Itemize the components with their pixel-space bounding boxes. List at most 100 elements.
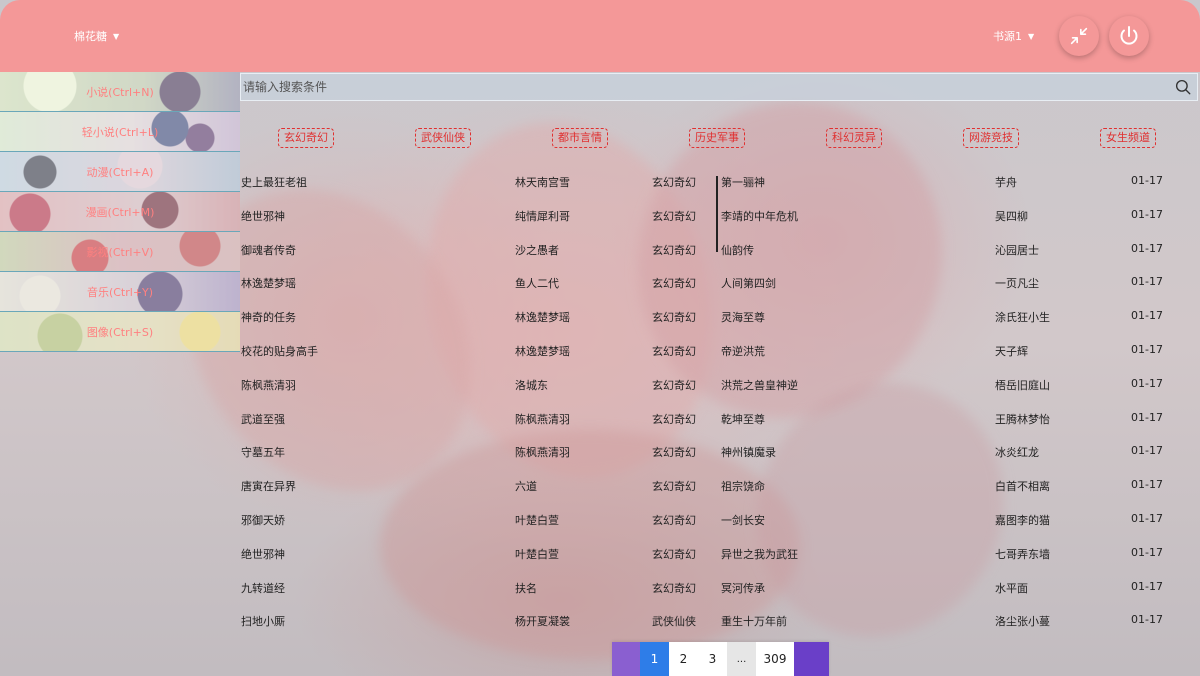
- book-latest-chapter[interactable]: 帝逆洪荒: [721, 343, 765, 359]
- book-updater: 七哥弄东墙: [995, 547, 1050, 561]
- table-row[interactable]: 御魂者传奇 沙之愚者 玄幻奇幻 仙韵传 沁园居士 01-17: [240, 232, 1200, 266]
- book-title[interactable]: 九转道经: [241, 580, 285, 596]
- book-latest-chapter[interactable]: 人间第四剑: [721, 275, 776, 291]
- sidebar-item-video[interactable]: 影视(Ctrl+V): [0, 232, 240, 272]
- sidebar-item-label: 图像(Ctrl+S): [86, 325, 154, 339]
- table-row[interactable]: 校花的贴身高手 林逸楚梦瑶 玄幻奇幻 帝逆洪荒 天子辉 01-17: [240, 333, 1200, 367]
- page-button-1[interactable]: 1: [640, 642, 669, 676]
- prev-page-button[interactable]: [612, 642, 640, 676]
- book-title[interactable]: 陈枫燕清羽: [241, 377, 296, 393]
- search-bar: [240, 73, 1198, 101]
- table-row[interactable]: 史上最狂老祖 林天南宫雪 玄幻奇幻 第一骊神 芋舟 01-17: [240, 164, 1200, 198]
- book-latest-chapter[interactable]: 李靖的中年危机: [721, 208, 798, 224]
- user-name: 棉花糖: [74, 30, 107, 43]
- book-latest-chapter[interactable]: 冥河传承: [721, 580, 765, 596]
- book-updater: 涂氏狂小生: [995, 311, 1050, 325]
- book-category: 玄幻奇幻: [652, 277, 696, 291]
- table-row[interactable]: 武道至强 陈枫燕清羽 玄幻奇幻 乾坤至尊 王腾林梦怡 01-17: [240, 401, 1200, 435]
- book-title[interactable]: 绝世邪神: [241, 208, 285, 224]
- sidebar-item-comic[interactable]: 漫画(Ctrl+M): [0, 192, 240, 232]
- book-category: 玄幻奇幻: [652, 513, 696, 527]
- minimize-button[interactable]: [1059, 16, 1099, 56]
- user-menu[interactable]: 棉花糖 ▼: [74, 28, 119, 44]
- book-title[interactable]: 守墓五年: [241, 444, 285, 460]
- book-updater: 嘉图李的猫: [995, 513, 1050, 527]
- book-latest-chapter[interactable]: 一剑长安: [721, 512, 765, 528]
- power-icon: [1120, 26, 1138, 45]
- book-title[interactable]: 绝世邪神: [241, 546, 285, 562]
- book-updater: 吴四柳: [995, 209, 1028, 223]
- book-latest-chapter[interactable]: 灵海至尊: [721, 309, 765, 325]
- source-select[interactable]: 书源1 ▼: [993, 28, 1034, 44]
- tab-wuxia[interactable]: 武侠仙侠: [415, 128, 471, 148]
- book-latest-chapter[interactable]: 异世之我为武狂: [721, 546, 798, 562]
- sidebar-item-label: 动漫(Ctrl+A): [86, 165, 154, 179]
- source-name: 书源1: [993, 30, 1022, 43]
- table-row[interactable]: 绝世邪神 纯情犀利哥 玄幻奇幻 李靖的中年危机 吴四柳 01-17: [240, 198, 1200, 232]
- sidebar-item-image[interactable]: 图像(Ctrl+S): [0, 312, 240, 352]
- next-page-button[interactable]: [794, 642, 829, 676]
- book-updater: 天子辉: [995, 344, 1028, 358]
- sidebar-item-label: 漫画(Ctrl+M): [85, 205, 155, 219]
- book-updater: 沁园居士: [995, 243, 1039, 257]
- table-row[interactable]: 唐寅在异界 六道 玄幻奇幻 祖宗饶命 白首不相离 01-17: [240, 468, 1200, 502]
- book-updater: 白首不相离: [995, 480, 1050, 494]
- table-row[interactable]: 九转道经 扶名 玄幻奇幻 冥河传承 水平面 01-17: [240, 570, 1200, 604]
- page-ellipsis[interactable]: ...: [727, 642, 756, 676]
- page-button-3[interactable]: 3: [698, 642, 727, 676]
- book-title[interactable]: 扫地小厮: [241, 613, 285, 629]
- tab-urban[interactable]: 都市言情: [552, 128, 608, 148]
- book-updater: 水平面: [995, 581, 1028, 595]
- book-title[interactable]: 御魂者传奇: [241, 242, 296, 258]
- table-row[interactable]: 绝世邪神 叶楚白萱 玄幻奇幻 异世之我为武狂 七哥弄东墙 01-17: [240, 536, 1200, 570]
- book-category: 玄幻奇幻: [652, 378, 696, 392]
- tab-female[interactable]: 女生频道: [1100, 128, 1156, 148]
- sidebar-item-novel[interactable]: 小说(Ctrl+N): [0, 72, 240, 112]
- book-author: 洛城东: [515, 378, 548, 392]
- sidebar-item-label: 音乐(Ctrl+Y): [86, 285, 154, 299]
- page-button-last[interactable]: 309: [756, 642, 794, 676]
- tab-game[interactable]: 网游竞技: [963, 128, 1019, 148]
- book-latest-chapter[interactable]: 仙韵传: [721, 242, 754, 258]
- book-latest-chapter[interactable]: 重生十万年前: [721, 613, 787, 629]
- book-date: 01-17: [1131, 309, 1163, 323]
- book-latest-chapter[interactable]: 洪荒之兽皇神逆: [721, 377, 798, 393]
- book-latest-chapter[interactable]: 祖宗饶命: [721, 478, 765, 494]
- book-latest-chapter[interactable]: 乾坤至尊: [721, 411, 765, 427]
- search-icon[interactable]: [1171, 75, 1195, 99]
- table-row[interactable]: 扫地小厮 杨开夏凝裳 武侠仙侠 重生十万年前 洛尘张小蔓 01-17: [240, 603, 1200, 637]
- tab-history[interactable]: 历史军事: [689, 128, 745, 148]
- table-row[interactable]: 林逸楚梦瑶 鱼人二代 玄幻奇幻 人间第四剑 一页凡尘 01-17: [240, 265, 1200, 299]
- book-title[interactable]: 邪御天娇: [241, 512, 285, 528]
- book-date: 01-17: [1131, 511, 1163, 525]
- book-title[interactable]: 史上最狂老祖: [241, 174, 307, 190]
- page-button-2[interactable]: 2: [669, 642, 698, 676]
- book-title[interactable]: 校花的贴身高手: [241, 343, 318, 359]
- tab-scifi[interactable]: 科幻灵异: [826, 128, 882, 148]
- book-author: 沙之愚者: [515, 243, 559, 257]
- book-author: 六道: [515, 480, 537, 494]
- book-author: 林逸楚梦瑶: [515, 311, 570, 325]
- book-latest-chapter[interactable]: 第一骊神: [721, 174, 765, 190]
- book-category: 玄幻奇幻: [652, 581, 696, 595]
- sidebar-item-anime[interactable]: 动漫(Ctrl+A): [0, 152, 240, 192]
- book-title[interactable]: 神奇的任务: [241, 309, 296, 325]
- table-row[interactable]: 陈枫燕清羽 洛城东 玄幻奇幻 洪荒之兽皇神逆 梧岳旧庭山 01-17: [240, 367, 1200, 401]
- table-row[interactable]: 邪御天娇 叶楚白萱 玄幻奇幻 一剑长安 嘉图李的猫 01-17: [240, 502, 1200, 536]
- chevron-down-icon: ▼: [1028, 31, 1035, 41]
- book-updater: 芋舟: [995, 176, 1017, 189]
- sidebar-item-music[interactable]: 音乐(Ctrl+Y): [0, 272, 240, 312]
- power-button[interactable]: [1109, 16, 1149, 56]
- compress-arrows-icon: [1070, 27, 1088, 45]
- book-title[interactable]: 唐寅在异界: [241, 478, 296, 494]
- search-input[interactable]: [241, 74, 1171, 100]
- sidebar-item-light-novel[interactable]: 轻小说(Ctrl+L): [0, 112, 240, 152]
- book-author: 鱼人二代: [515, 277, 559, 291]
- sidebar-item-label: 小说(Ctrl+N): [86, 85, 154, 99]
- book-latest-chapter[interactable]: 神州镇魔录: [721, 444, 776, 460]
- tab-fantasy[interactable]: 玄幻奇幻: [278, 128, 334, 148]
- table-row[interactable]: 神奇的任务 林逸楚梦瑶 玄幻奇幻 灵海至尊 涂氏狂小生 01-17: [240, 299, 1200, 333]
- table-row[interactable]: 守墓五年 陈枫燕清羽 玄幻奇幻 神州镇魔录 冰炎红龙 01-17: [240, 434, 1200, 468]
- book-title[interactable]: 林逸楚梦瑶: [241, 275, 296, 291]
- book-title[interactable]: 武道至强: [241, 411, 285, 427]
